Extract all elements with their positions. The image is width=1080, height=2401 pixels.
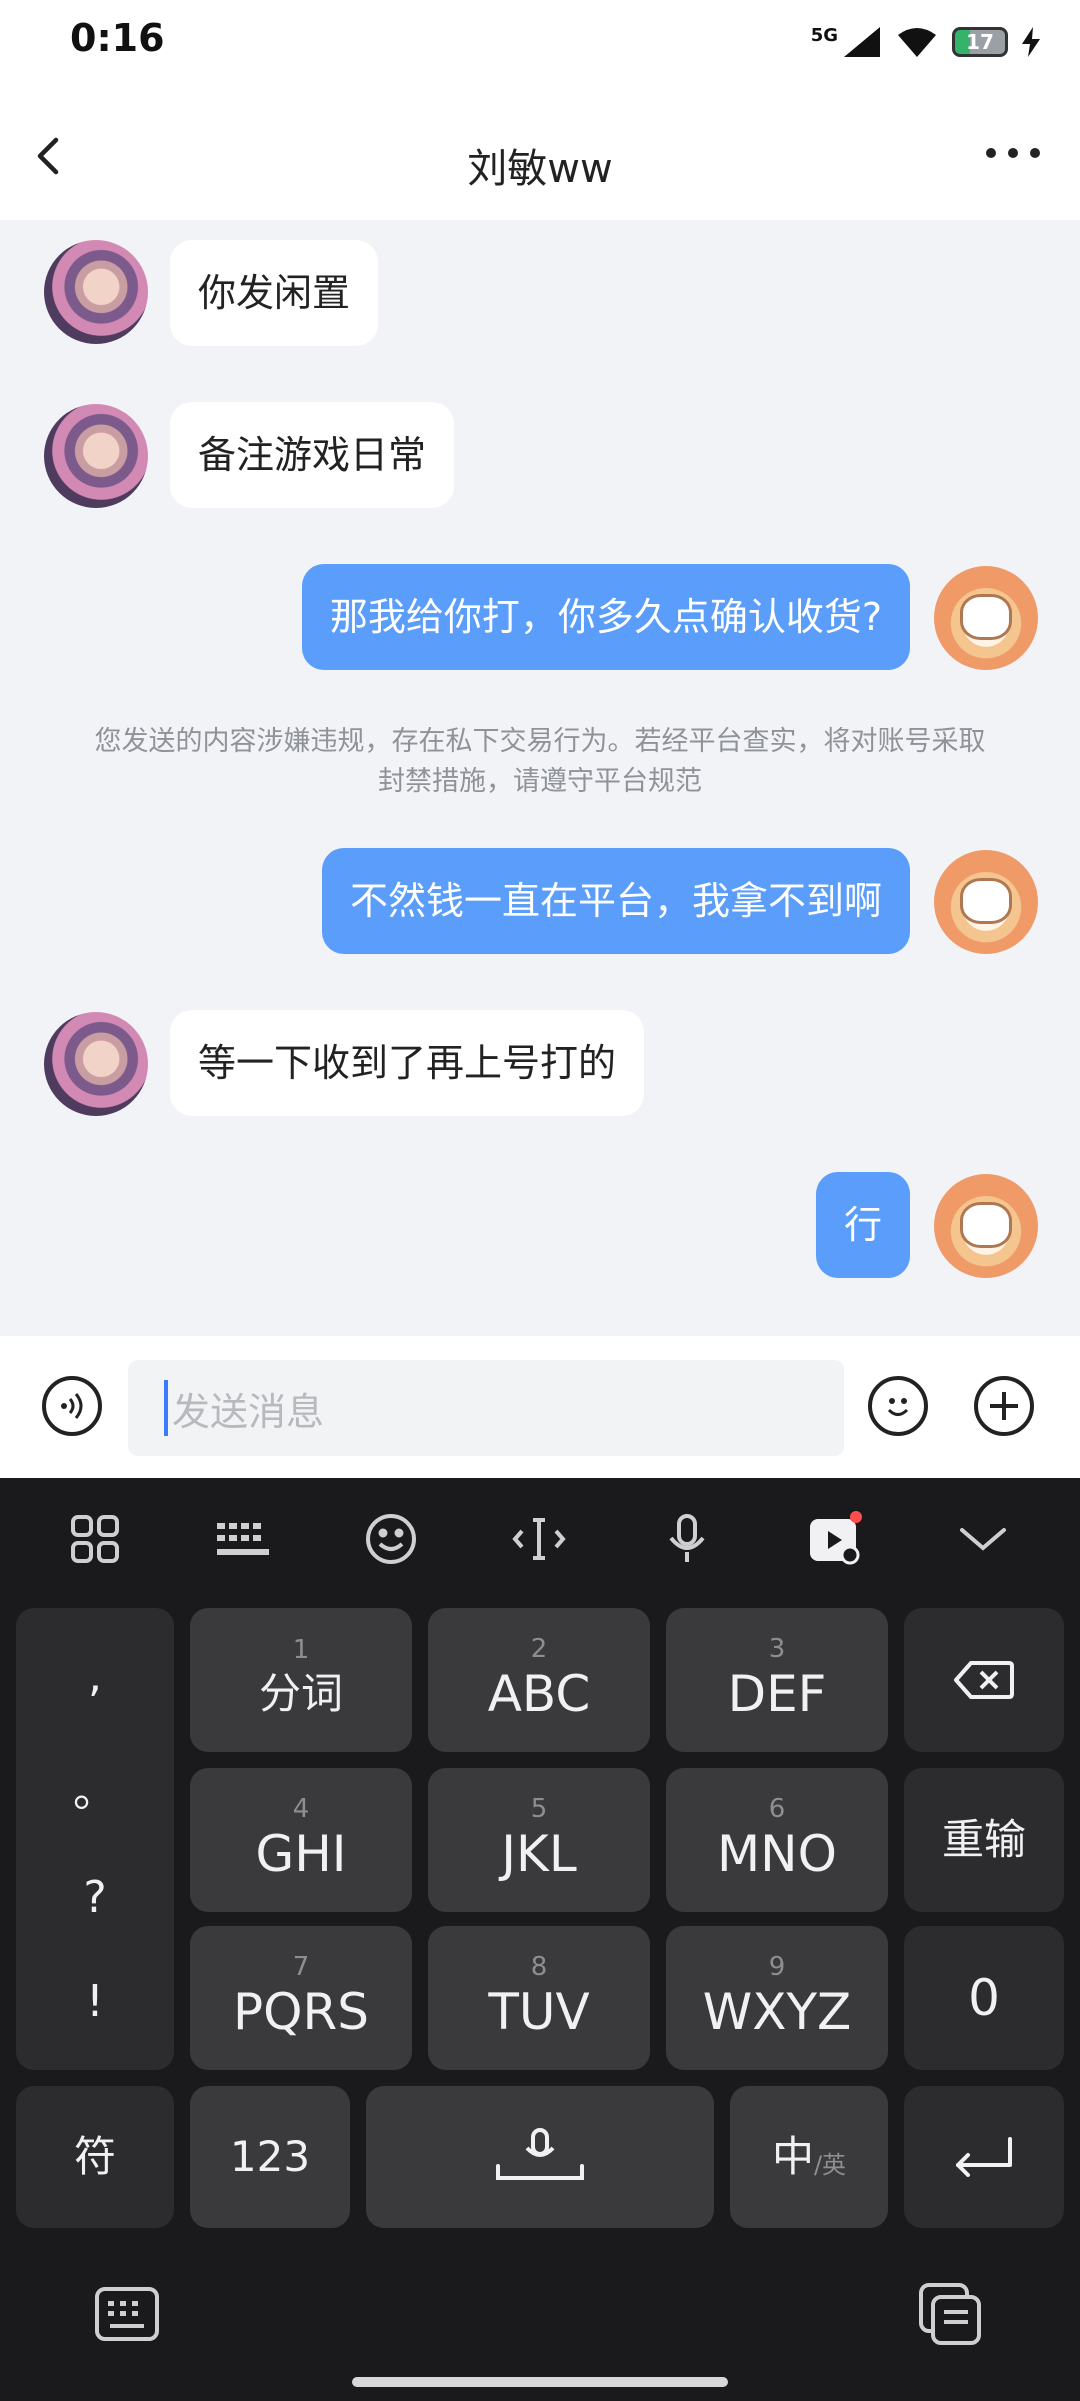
chat-header: 刘敏ww [0,84,1080,220]
key-label: ABC [487,1665,591,1723]
symbols-key[interactable]: 符 [16,2086,174,2228]
key-label: TUV [488,1983,590,2041]
status-bar: 0:16 5G 17 [0,0,1080,84]
key-label-main: 中 [771,2132,814,2181]
my-avatar[interactable] [934,850,1038,954]
message-input-placeholder: 发送消息 [172,1389,325,1434]
backspace-icon [954,1661,1014,1699]
key-number: 2 [530,1634,548,1664]
numbers-key[interactable]: 123 [190,2086,350,2228]
contact-avatar[interactable] [44,240,148,344]
key-5[interactable]: 5 JKL [428,1768,650,1912]
page-title: 刘敏ww [467,146,613,192]
notice-line-2: 封禁措施，请遵守平台规范 [378,766,702,797]
status-time: 0:16 [70,16,165,60]
key-number: 1 [292,1635,310,1665]
key-number: 8 [530,1952,548,1982]
space-key[interactable] [366,2086,714,2228]
contact-avatar[interactable] [44,1012,148,1116]
message-input[interactable]: 发送消息 [128,1360,844,1456]
key-label: WXYZ [702,1983,852,2041]
message-bubble-incoming[interactable]: 等一下收到了再上号打的 [170,1010,645,1116]
key-2[interactable]: 2 ABC [428,1608,650,1752]
message-bubble-outgoing[interactable]: 那我给你打，你多久点确认收货? [301,564,910,670]
keyboard-layout-icon[interactable] [208,1504,278,1574]
key-label: 123 [229,2132,311,2181]
key-number: 5 [530,1794,548,1824]
hide-keyboard-chevron-icon[interactable] [948,1504,1018,1574]
text-caret [164,1380,168,1436]
message-bubble-incoming[interactable]: 备注游戏日常 [170,402,455,508]
apps-grid-icon[interactable] [60,1504,130,1574]
punctuation-column[interactable]: , 。 ? ! [16,1608,174,2070]
key-number: 3 [768,1634,786,1664]
key-6[interactable]: 6 MNO [666,1768,888,1912]
key-number: 4 [292,1794,310,1824]
key-label: 0 [968,1969,1000,2027]
enter-key[interactable] [904,2086,1064,2228]
emoji-keyboard-icon[interactable] [356,1504,426,1574]
key-number: 6 [768,1794,786,1824]
contact-avatar[interactable] [44,404,148,508]
key-label: DEF [727,1665,827,1723]
key-label: JKL [501,1825,577,1883]
voice-input-icon[interactable] [42,1376,102,1436]
key-label: 符 [73,2132,116,2181]
status-icons: 5G 17 [811,22,1040,62]
add-attachment-icon[interactable] [974,1376,1034,1436]
message-input-bar: 发送消息 [0,1336,1080,1478]
key-1[interactable]: 1 分词 [190,1608,412,1752]
voice-typing-icon[interactable] [652,1504,722,1574]
signal-icon [844,27,880,57]
message-bubble-outgoing[interactable]: 行 [815,1172,910,1278]
notice-line-1: 您发送的内容涉嫌违规，存在私下交易行为。若经平台查实，将对账号采取 [94,726,986,757]
key-3[interactable]: 3 DEF [666,1608,888,1752]
key-0[interactable]: 0 [904,1926,1064,2070]
key-label: GHI [255,1825,347,1883]
backspace-key[interactable] [904,1608,1064,1752]
key-8[interactable]: 8 TUV [428,1926,650,2070]
wifi-icon [898,28,936,57]
battery-level: 17 [966,30,994,54]
key-number: 9 [768,1952,786,1982]
key-4[interactable]: 4 GHI [190,1768,412,1912]
reinput-key[interactable]: 重输 [904,1768,1064,1912]
violation-notice: 您发送的内容涉嫌违规，存在私下交易行为。若经平台查实，将对账号采取 封禁措施，请… [60,722,1020,802]
key-7[interactable]: 7 PQRS [190,1926,412,2070]
key-label: MNO [717,1825,837,1883]
key-9[interactable]: 9 WXYZ [666,1926,888,2070]
charging-icon [1022,27,1040,57]
message-bubble-outgoing[interactable]: 不然钱一直在平台，我拿不到啊 [321,848,910,954]
keyboard-switch-icon[interactable] [94,2286,160,2342]
punct-key[interactable]: 。 [73,1755,117,1819]
key-label: PQRS [233,1983,369,2041]
battery-icon: 17 [952,27,1008,57]
emoji-icon[interactable] [868,1376,928,1436]
network-type-label: 5G [810,24,838,46]
video-clip-icon[interactable] [800,1504,870,1574]
language-switch-key[interactable]: 中 /英 [730,2086,888,2228]
enter-icon [956,2137,1012,2177]
cursor-move-icon[interactable] [504,1504,574,1574]
punct-key[interactable]: ? [83,1872,106,1923]
key-label: 重输 [941,1815,1026,1864]
home-indicator[interactable] [352,2377,728,2387]
my-avatar[interactable] [934,1174,1038,1278]
punct-key[interactable]: ! [86,1976,104,2027]
clipboard-icon[interactable] [918,2282,984,2346]
key-number: 7 [292,1952,310,1982]
message-bubble-incoming[interactable]: 你发闲置 [170,240,379,346]
key-label: 分词 [258,1669,343,1718]
space-mic-icon [496,2128,584,2180]
punct-key[interactable]: , [88,1651,102,1702]
my-avatar[interactable] [934,566,1038,670]
more-options-icon[interactable] [986,148,1040,158]
key-label-alt: /英 [813,2150,847,2179]
